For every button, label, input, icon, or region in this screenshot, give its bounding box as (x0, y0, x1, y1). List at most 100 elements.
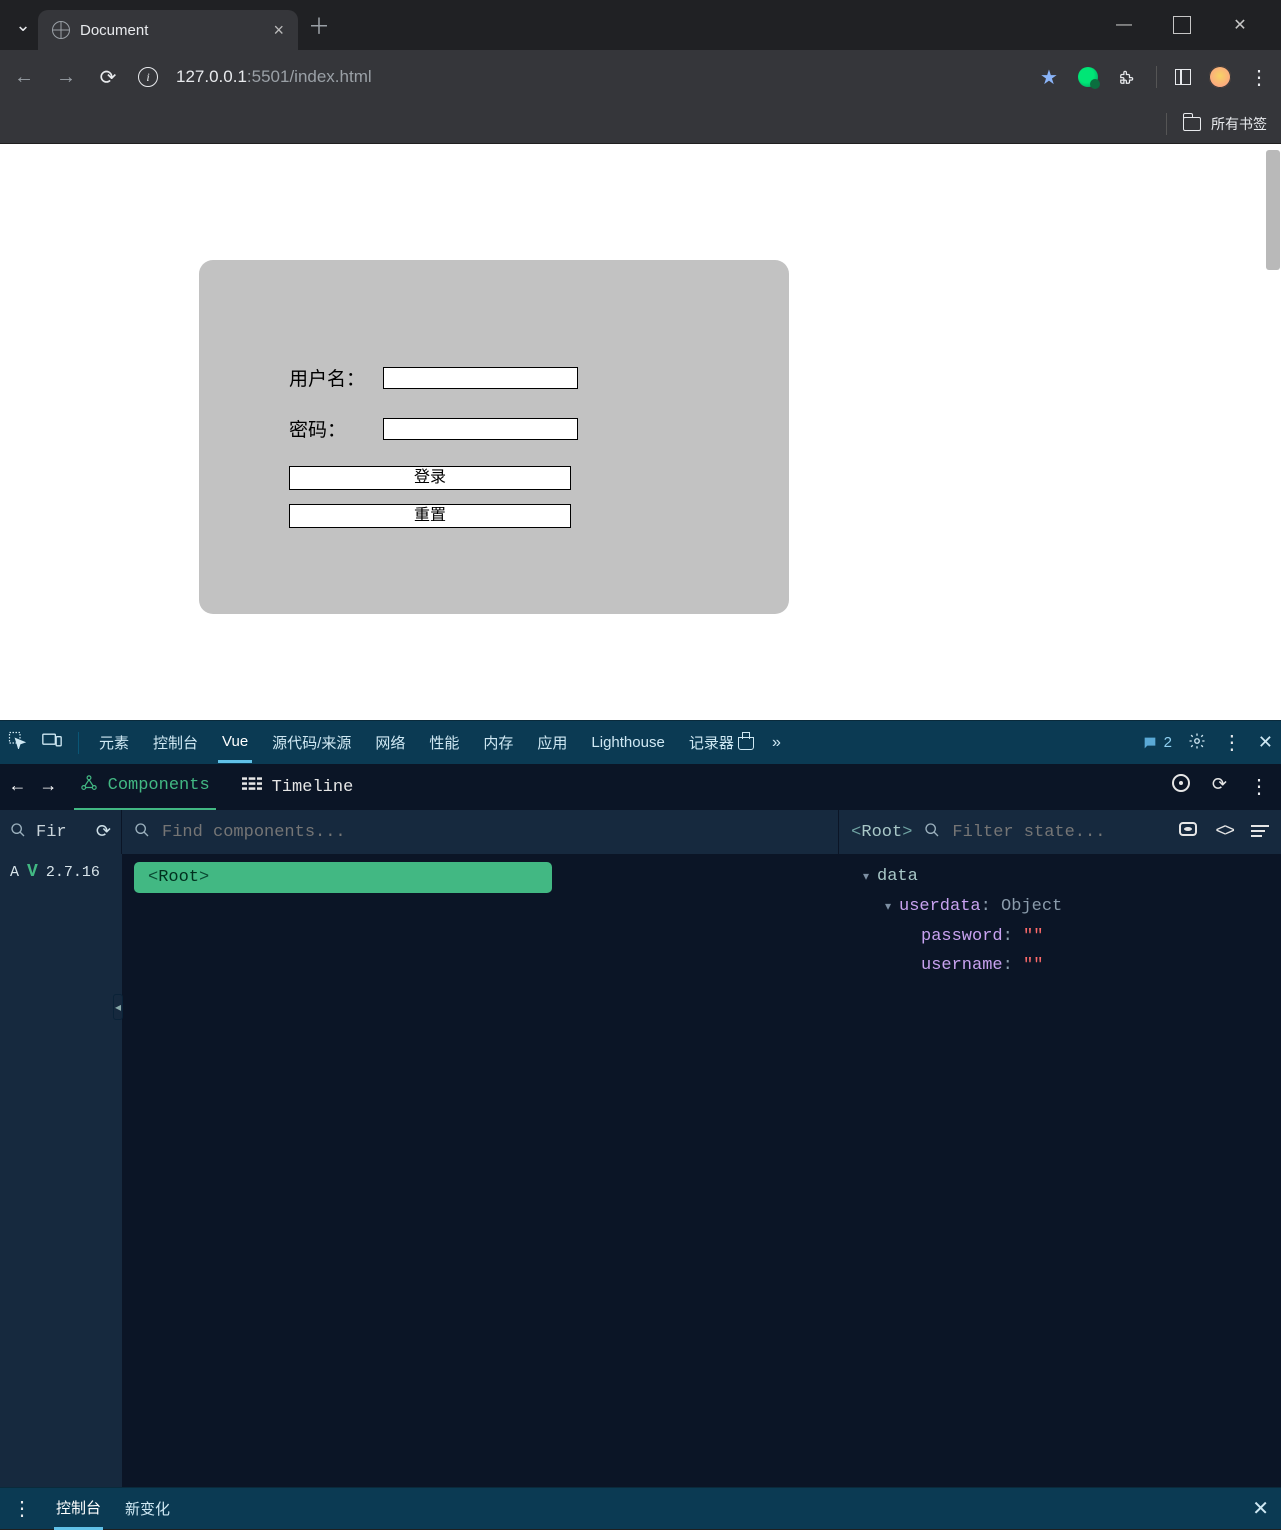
vue-version: 2.7.16 (46, 864, 100, 881)
state-val-username: "" (1023, 956, 1043, 975)
vuedev-toolbar: ⟳ <Root> <> (0, 810, 1281, 854)
drawer-tab-console[interactable]: 控制台 (54, 1488, 103, 1530)
vue-logo-icon: V (27, 862, 38, 882)
new-tab-button[interactable]: ＋ (308, 9, 330, 41)
components-icon (80, 774, 98, 798)
devtools-menu-button[interactable]: ⋮ (1222, 730, 1242, 755)
device-toolbar-icon[interactable] (42, 732, 62, 753)
browser-menu-button[interactable]: ⋮ (1249, 65, 1269, 90)
tab-sources[interactable]: 源代码/来源 (268, 722, 355, 763)
tree-node-root[interactable]: <Root> (134, 862, 552, 893)
site-info-icon[interactable]: i (138, 67, 158, 87)
tab-components[interactable]: Components (74, 764, 216, 811)
back-button[interactable]: ← (12, 66, 36, 89)
bookmarks-bar: 所有书签 (0, 104, 1281, 144)
window-close-button[interactable]: ✕ (1231, 16, 1249, 34)
tab-timeline[interactable]: Timeline (236, 767, 360, 807)
select-target-icon[interactable] (1172, 774, 1190, 792)
app-filter-input[interactable] (36, 823, 86, 842)
state-key-username[interactable]: username (921, 956, 1003, 975)
url-path: :5501/index.html (247, 67, 372, 86)
devtools-tabbar: 元素 控制台 Vue 源代码/来源 网络 性能 内存 应用 Lighthouse… (0, 720, 1281, 764)
app-list-panel: A V 2.7.16 (0, 854, 122, 1487)
history-forward-button[interactable]: → (43, 777, 54, 797)
component-tree-panel: <Root> ◂ (122, 854, 849, 1487)
state-section-label[interactable]: data (877, 867, 918, 886)
tab-title: Document (80, 22, 263, 39)
scrollbar-thumb[interactable] (1266, 150, 1280, 270)
tab-lighthouse[interactable]: Lighthouse (587, 724, 668, 761)
close-tab-button[interactable]: × (273, 20, 284, 41)
tab-search-button[interactable]: ⌄ (8, 15, 38, 36)
bookmark-star-icon[interactable]: ★ (1038, 66, 1060, 88)
extension-green-icon[interactable] (1078, 67, 1098, 87)
toolbar-divider (1156, 66, 1157, 88)
state-type: Object (1001, 897, 1062, 916)
vuedev-topbar: ← → Components Timeline ⟳ ⋮ (0, 764, 1281, 810)
inspect-dom-icon[interactable] (1179, 822, 1197, 836)
drawer-close-button[interactable]: ✕ (1252, 1496, 1269, 1521)
vuedev-menu-button[interactable]: ⋮ (1249, 774, 1269, 800)
messages-badge[interactable]: 2 (1142, 734, 1172, 751)
timeline-icon (242, 777, 262, 797)
history-back-button[interactable]: ← (12, 777, 23, 797)
refresh-button[interactable]: ⟳ (1212, 774, 1227, 800)
username-input[interactable] (383, 367, 578, 389)
drawer-menu-button[interactable]: ⋮ (12, 1496, 32, 1521)
state-panel: ▾data ▾userdata: Object password: "" use… (849, 854, 1281, 1487)
reset-button[interactable]: 重置 (289, 504, 571, 528)
window-minimize-button[interactable]: — (1115, 16, 1133, 34)
components-label: Components (108, 776, 210, 795)
selected-component-label: <Root> (851, 823, 912, 842)
tab-elements[interactable]: 元素 (95, 722, 133, 763)
reload-button[interactable]: ⟳ (96, 65, 120, 90)
panel-resize-handle[interactable]: ◂ (113, 994, 123, 1020)
devtools-drawer: ⋮ 控制台 新变化 ✕ (0, 1487, 1281, 1529)
tab-memory[interactable]: 内存 (479, 722, 517, 763)
url-host: 127.0.0.1 (176, 67, 247, 86)
search-icon (10, 822, 26, 843)
search-icon (924, 822, 940, 843)
login-button[interactable]: 登录 (289, 466, 571, 490)
sidepanel-icon[interactable] (1175, 69, 1191, 85)
window-maximize-button[interactable] (1173, 16, 1191, 34)
tab-vue[interactable]: Vue (218, 723, 252, 763)
tab-console[interactable]: 控制台 (149, 722, 202, 763)
profile-avatar[interactable] (1209, 66, 1231, 88)
search-icon (134, 822, 150, 843)
flask-icon (738, 732, 752, 748)
state-key-userdata[interactable]: userdata (899, 897, 981, 916)
tab-network[interactable]: 网络 (371, 722, 409, 763)
extensions-icon[interactable] (1116, 66, 1138, 88)
devtools-close-button[interactable]: ✕ (1258, 732, 1273, 753)
settings-icon[interactable] (1188, 732, 1206, 754)
browser-toolbar: ← → ⟳ i 127.0.0.1:5501/index.html ★ ⋮ (0, 50, 1281, 104)
address-bar[interactable]: 127.0.0.1:5501/index.html (176, 67, 372, 87)
open-in-editor-icon[interactable]: <> (1215, 822, 1233, 842)
state-options-icon[interactable] (1251, 822, 1269, 842)
globe-icon (52, 21, 70, 39)
browser-tab[interactable]: Document × (38, 10, 298, 50)
messages-count: 2 (1164, 734, 1172, 751)
bookmarks-divider (1166, 113, 1167, 135)
more-tabs-button[interactable]: » (772, 734, 781, 752)
drawer-tab-whatsnew[interactable]: 新变化 (125, 1498, 170, 1519)
password-input[interactable] (383, 418, 578, 440)
forward-button[interactable]: → (54, 66, 78, 89)
browser-tabstrip: ⌄ Document × ＋ — ✕ (0, 0, 1281, 50)
state-val-password: "" (1023, 927, 1043, 946)
tab-application[interactable]: 应用 (533, 722, 571, 763)
login-card: 用户名： 密码： 登录 重置 (199, 260, 789, 614)
tab-recorder[interactable]: 记录器 (685, 722, 756, 763)
inspect-element-icon[interactable] (8, 731, 26, 754)
filter-state-input[interactable] (952, 823, 1167, 842)
page-viewport: 用户名： 密码： 登录 重置 (0, 144, 1281, 720)
all-bookmarks-button[interactable]: 所有书签 (1211, 114, 1267, 134)
tab-performance[interactable]: 性能 (425, 722, 463, 763)
state-key-password[interactable]: password (921, 927, 1003, 946)
timeline-label: Timeline (272, 778, 354, 797)
find-components-input[interactable] (162, 823, 826, 842)
app-refresh-button[interactable]: ⟳ (96, 821, 111, 843)
app-entry[interactable]: A V 2.7.16 (10, 862, 112, 882)
username-label: 用户名： (289, 364, 383, 391)
